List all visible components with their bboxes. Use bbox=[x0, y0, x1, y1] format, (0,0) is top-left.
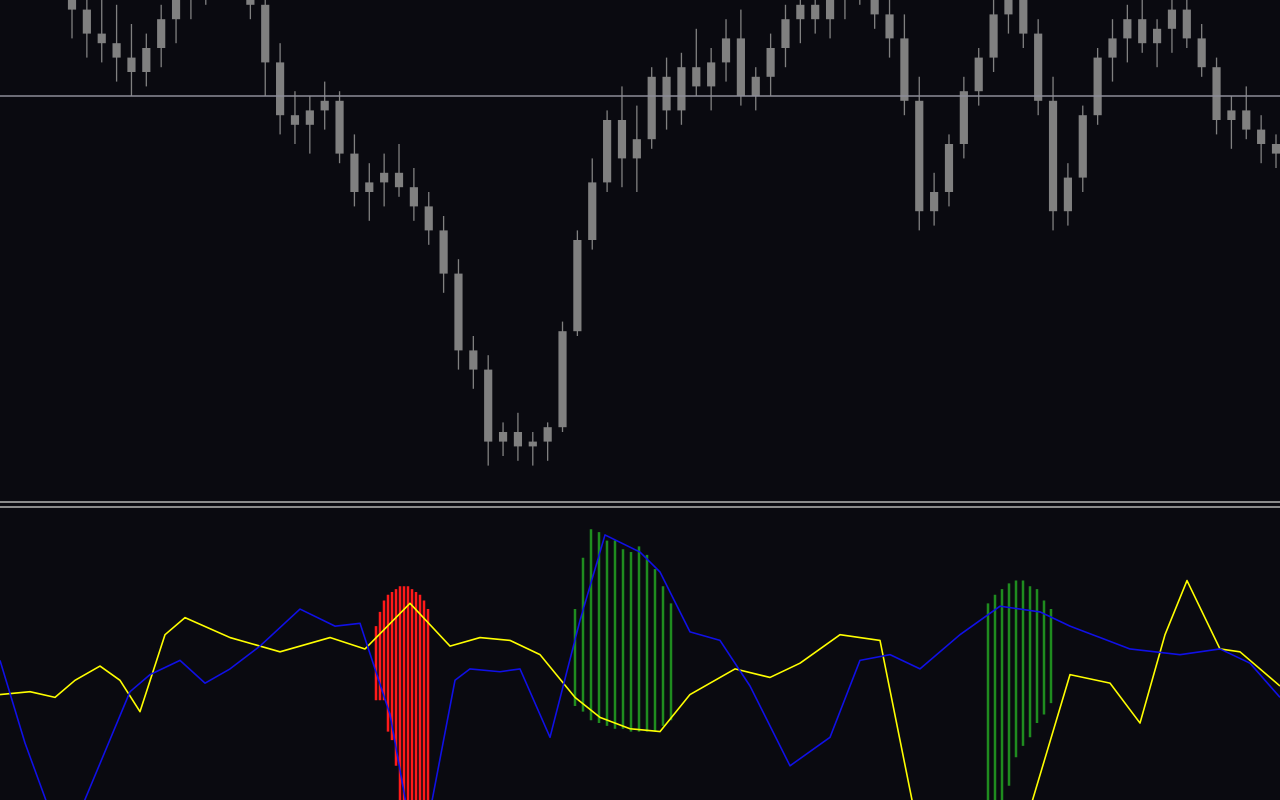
candle[interactable] bbox=[335, 91, 344, 164]
candle[interactable] bbox=[573, 230, 582, 336]
candle[interactable] bbox=[647, 67, 656, 149]
candle[interactable] bbox=[1093, 48, 1102, 125]
candle[interactable] bbox=[558, 321, 567, 432]
candle[interactable] bbox=[603, 110, 612, 192]
chart-root bbox=[0, 0, 1280, 800]
